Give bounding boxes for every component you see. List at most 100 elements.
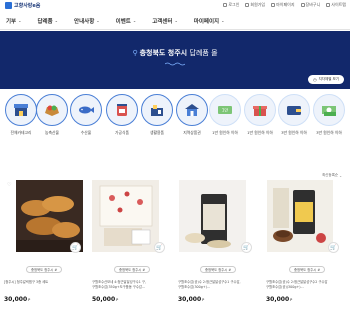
nav-item-support[interactable]: 고객센터 ⌄ xyxy=(152,17,178,25)
product-description[interactable]: 구월조수산모네 4:청근달달성구수1 구, 구월조수감(350g+도구품동 구수감… xyxy=(92,280,176,289)
category-vouchers[interactable]: 지역상품권 xyxy=(174,94,210,136)
category-circle xyxy=(106,94,138,126)
cart-icon: 🛒 xyxy=(243,244,250,251)
packaged-snack-photo xyxy=(179,180,246,252)
nav-item-donate[interactable]: 기부 ⌄ xyxy=(6,17,21,25)
category-label: 농축산물 xyxy=(45,130,59,135)
product-description[interactable]: [청주시] 청주갈릭찜구 3종 세트 xyxy=(4,280,84,285)
gift-box-photo xyxy=(92,180,159,252)
desc-line: 구월조수감(350g+도구품동 구수감... xyxy=(92,284,146,289)
main-nav: 기부 ⌄ 답례품 ⌄ 안내사항 ⌄ 이벤트 ⌄ 고객센터 ⌄ 마이페이지 ⌄ xyxy=(0,12,350,30)
product-grid: ♡ 🛒 🛒 🛒 🛒 충청북도 청주시 # 충청북도 청주시 # 충청북도 청주시… xyxy=(0,180,350,316)
nav-label: 안내사항 xyxy=(74,18,95,25)
category-price-10k-b[interactable]: 1만 원인하 이하 xyxy=(242,94,278,136)
sort-dropdown[interactable]: 최신등록순 ⌄ xyxy=(322,173,342,178)
product-price: 50,000P xyxy=(92,296,118,303)
signup-link[interactable]: 회원가입 xyxy=(245,2,265,8)
product-image[interactable] xyxy=(92,180,159,252)
heart-icon[interactable]: ♡ xyxy=(7,182,11,188)
chevron-down-icon: ⌄ xyxy=(174,18,178,23)
category-circle xyxy=(313,94,345,126)
category-circle xyxy=(278,94,310,126)
building-icon xyxy=(185,104,199,116)
util-label: 사이트맵 xyxy=(331,2,346,7)
mypage-link[interactable]: 마이페이지 xyxy=(271,2,295,8)
nav-item-gifts[interactable]: 답례품 ⌄ xyxy=(37,17,58,25)
category-label: 수산물 xyxy=(80,130,92,135)
util-label: 장바구니 xyxy=(305,2,321,7)
nav-item-events[interactable]: 이벤트 ⌄ xyxy=(116,17,137,25)
category-label: 3만 원인하 이하 xyxy=(281,130,307,135)
location-pin-icon: ⚲ xyxy=(132,49,138,57)
refresh-icon: ◷ xyxy=(313,77,317,82)
region-tag-label: 충청북도 청주시 # xyxy=(294,268,321,272)
sitemap-link[interactable]: 사이트맵 xyxy=(326,2,346,8)
site-logo[interactable]: 고향사랑e음 xyxy=(5,2,40,9)
household-icon xyxy=(151,105,163,116)
category-processed[interactable]: 가공식품 xyxy=(104,94,140,136)
price-value: 50,000 xyxy=(92,296,116,303)
chevron-down-icon: ⌄ xyxy=(132,18,137,23)
category-label: 지역상품권 xyxy=(183,130,201,135)
add-to-cart-button[interactable]: 🛒 xyxy=(70,242,81,253)
nav-label: 고객센터 xyxy=(152,18,173,25)
product-image[interactable] xyxy=(179,180,246,252)
category-price-10k-a[interactable]: 1만 1만 원인하 이하 xyxy=(207,94,243,136)
category-circle xyxy=(141,94,173,126)
lock-icon xyxy=(223,3,228,7)
add-to-cart-button[interactable]: 🛒 xyxy=(154,242,165,253)
product-description[interactable]: 구월조수감(공)수 2:청근달달성구수2 구수감 구월조수감(공)(300g+).… xyxy=(266,280,350,289)
price-value: 30,000 xyxy=(4,296,28,303)
category-seafood[interactable]: 수산물 xyxy=(68,94,104,136)
login-link[interactable]: 로그인 xyxy=(223,2,239,8)
hero-title: ⚲ 충청북도 청주시 답례품 몰 xyxy=(0,48,350,58)
add-to-cart-button[interactable]: 🛒 xyxy=(241,242,252,253)
region-view-button[interactable]: ◷ 지자체별 보기 xyxy=(308,75,344,84)
price-unit: P xyxy=(202,298,205,302)
category-circle xyxy=(176,94,208,126)
category-label: 1만 원인하 이하 xyxy=(247,130,273,135)
gift-box-icon xyxy=(253,106,267,116)
wave-decoration-icon xyxy=(165,62,185,66)
product-price: 30,000P xyxy=(266,296,292,303)
price-unit: P xyxy=(116,298,119,302)
cart-icon: 🛒 xyxy=(330,244,337,251)
category-living[interactable]: 생활용품 xyxy=(139,94,175,136)
region-tag[interactable]: 충청북도 청주시 # xyxy=(114,266,151,273)
utility-links: 로그인 회원가입 마이페이지 장바구니 사이트맵 xyxy=(223,2,346,8)
cart-icon: 🛒 xyxy=(72,244,79,251)
product-description[interactable]: 구월조수감(공)수 2:청근달달성구수1 구수감, 구월조수감(300g+)... xyxy=(178,280,262,289)
desc-line: 구월조수감(공)(300g+)... xyxy=(266,284,304,289)
category-price-30k-b[interactable]: 3만 원인하 이하 xyxy=(311,94,347,136)
product-price: 30,000P xyxy=(178,296,204,303)
add-to-cart-button[interactable]: 🛒 xyxy=(328,242,339,253)
product-image[interactable] xyxy=(267,180,333,252)
region-tag-label: 충청북도 청주시 # xyxy=(119,268,146,272)
category-list: 전체카테고리 농축산물 수산물 가공식품 생활용품 지역상품권 1만 1만 원인… xyxy=(0,94,350,150)
product-price: 30,000P xyxy=(4,296,30,303)
category-label: 3만 원인하 이하 xyxy=(316,130,342,135)
nav-item-info[interactable]: 안내사항 ⌄ xyxy=(74,17,100,25)
cart-link[interactable]: 장바구니 xyxy=(300,2,321,8)
shop-icon xyxy=(14,104,28,116)
region-tag-label: 충청북도 청주시 # xyxy=(31,268,58,272)
grid-icon xyxy=(326,3,331,7)
dumplings-photo xyxy=(16,180,83,252)
cart-icon xyxy=(300,3,305,7)
util-label: 마이페이지 xyxy=(276,2,295,7)
category-label: 1만 원인하 이하 xyxy=(212,130,238,135)
hero-banner: ⚲ 충청북도 청주시 답례품 몰 ◷ 지자체별 보기 xyxy=(0,31,350,89)
category-agri[interactable]: 농축산물 xyxy=(34,94,70,136)
nav-item-mypage[interactable]: 마이페이지 ⌄ xyxy=(194,17,225,25)
util-label: 회원가입 xyxy=(250,2,266,7)
product-image[interactable] xyxy=(16,180,83,252)
category-price-30k-a[interactable]: 3만 원인하 이하 xyxy=(276,94,312,136)
logo-text: 고향사랑e음 xyxy=(14,3,41,9)
produce-icon xyxy=(45,105,59,116)
fish-icon xyxy=(79,106,94,114)
region-tag[interactable]: 충청북도 청주시 # xyxy=(289,266,326,273)
region-tag[interactable]: 충청북도 청주시 # xyxy=(200,266,237,273)
region-tag[interactable]: 충청북도 청주시 # xyxy=(26,266,63,273)
chevron-down-icon: ⌄ xyxy=(221,18,225,23)
desc-line: 구월조수감(300g+)... xyxy=(178,284,211,289)
